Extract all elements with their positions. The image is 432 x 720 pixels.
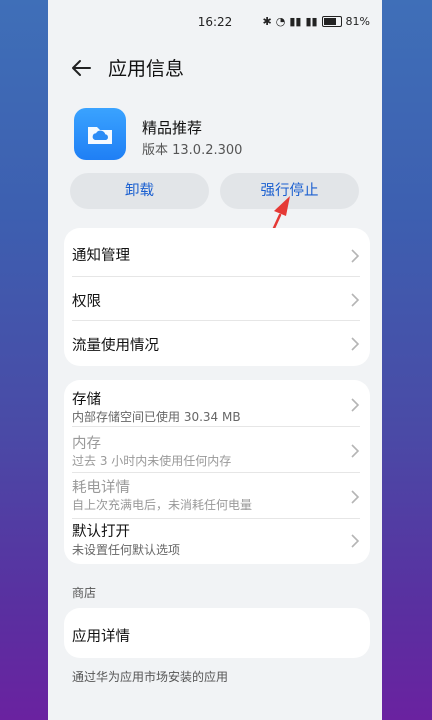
row-sublabel: 未设置任何默认选项 <box>72 543 181 557</box>
store-section-label: 商店 <box>72 586 97 600</box>
row-label: 流量使用情况 <box>72 338 159 354</box>
memory-row[interactable]: 内存 过去 3 小时内未使用任何内存 <box>64 426 370 472</box>
settings-card-general: 通知管理 权限 流量使用情况 <box>64 228 370 366</box>
row-sublabel: 内部存储空间已使用 30.34 MB <box>72 410 241 424</box>
settings-card-resources: 存储 内部存储空间已使用 30.34 MB 内存 过去 3 小时内未使用任何内存… <box>64 380 370 564</box>
settings-card-store: 应用详情 <box>64 608 370 658</box>
row-sublabel: 自上次充满电后，未消耗任何电量 <box>72 498 253 512</box>
chevron-right-icon <box>351 398 360 412</box>
chevron-right-icon <box>351 337 360 351</box>
permissions-row[interactable]: 权限 <box>64 276 370 320</box>
chevron-right-icon <box>351 249 360 263</box>
row-label: 耗电详情 <box>72 480 130 496</box>
app-details-row[interactable]: 应用详情 <box>64 608 370 658</box>
row-sublabel: 过去 3 小时内未使用任何内存 <box>72 454 232 468</box>
battery-details-row[interactable]: 耗电详情 自上次充满电后，未消耗任何电量 <box>64 472 370 518</box>
chevron-right-icon <box>351 490 360 504</box>
open-by-default-row[interactable]: 默认打开 未设置任何默认选项 <box>64 518 370 564</box>
chevron-right-icon <box>351 534 360 548</box>
row-label: 通知管理 <box>72 248 130 264</box>
storage-row[interactable]: 存储 内部存储空间已使用 30.34 MB <box>64 380 370 426</box>
data-usage-row[interactable]: 流量使用情况 <box>64 320 370 364</box>
row-label: 存储 <box>72 392 101 408</box>
chevron-right-icon <box>351 293 360 307</box>
row-label: 默认打开 <box>72 524 130 540</box>
row-label: 内存 <box>72 436 101 452</box>
notification-management-row[interactable]: 通知管理 <box>64 228 370 272</box>
chevron-right-icon <box>351 444 360 458</box>
phone-screen: 16:22 ✱ ◔ ▮▮ ▮▮ 81% 应用信息 精品推荐 版本 13.0.2.… <box>48 0 382 720</box>
row-label: 权限 <box>72 294 101 310</box>
row-label: 应用详情 <box>72 629 130 645</box>
install-source-note: 通过华为应用市场安装的应用 <box>72 670 229 684</box>
